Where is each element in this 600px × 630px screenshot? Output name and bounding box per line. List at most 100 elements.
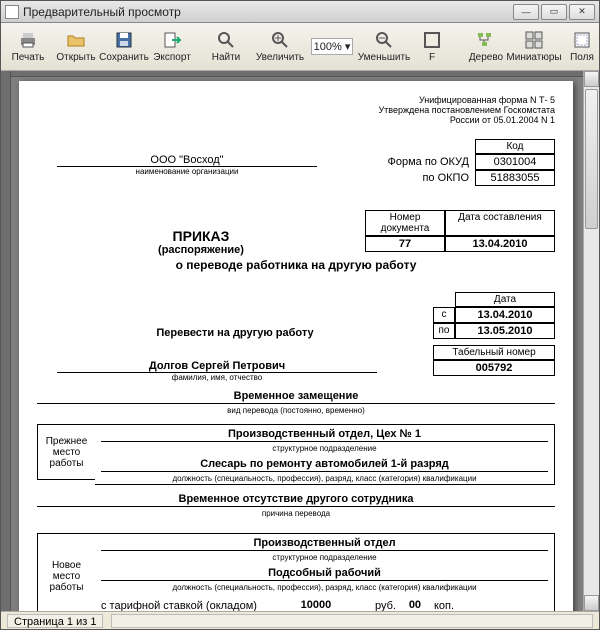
transfer-type: Временное замещение [37,390,555,404]
maximize-button[interactable]: ▭ [541,4,567,20]
okud-label: Форма по ОКУД [382,154,476,170]
date-from-value: 13.04.2010 [455,307,555,323]
docdate-value: 13.04.2010 [445,236,555,252]
form-line-3: России от 05.01.2004 N 1 [37,115,555,125]
tabnum-header: Табельный номер [433,345,555,360]
salary-amount: 10000 [261,599,371,611]
transfer-type-caption: вид перевода (постоянно, временно) [227,406,365,415]
toolbar: Печать Открыть Сохранить Экспорт Найти У… [1,23,599,71]
scroll-thumb[interactable] [585,89,598,229]
employee-fio: Долгов Сергей Петрович [57,360,377,373]
fullscreen-label: F [429,52,435,63]
find-button[interactable]: Найти [203,25,249,69]
save-icon [114,30,134,50]
new-dept: Производственный отдел [101,537,548,551]
new-dept-caption: структурное подразделение [272,553,376,562]
zoom-in-button[interactable]: Увеличить [257,25,303,69]
doc-title-1: ПРИКАЗ [37,228,365,244]
new-place-label: Новое место работы [37,533,95,611]
zoom-select[interactable]: 100% ▾ [305,25,359,69]
fio-caption: фамилия, имя, отчество [37,373,397,382]
app-window: Предварительный просмотр — ▭ ✕ Печать От… [0,0,600,630]
docnum-header: Номер документа [365,210,445,236]
scroll-down-button[interactable] [584,595,599,611]
transfer-label: Перевести на другую работу [37,327,433,339]
open-button[interactable]: Открыть [53,25,99,69]
scroll-up-button[interactable] [584,71,599,87]
tree-button[interactable]: Дерево [463,25,509,69]
print-label: Печать [12,52,45,63]
search-icon [216,30,236,50]
salary-kop-value: 00 [400,599,430,611]
date-from-label: с [433,307,455,323]
doc-title-3: о переводе работника на другую работу [37,258,555,272]
status-empty [111,614,593,628]
reason-caption: причина перевода [262,509,330,518]
export-icon [162,30,182,50]
docdate-header: Дата составления [445,210,555,236]
fields-button[interactable]: Поля [559,25,599,69]
zoom-out-label: Уменьшить [358,52,410,63]
salary-kop: коп. [434,600,454,611]
new-job: Подсобный рабочий [101,567,548,581]
org-name: ООО "Восход" [57,154,317,167]
okpo-label: по ОКПО [382,170,476,186]
okud-value: 0301004 [475,154,555,170]
prev-job: Слесарь по ремонту автомобилей 1-й разря… [101,458,548,472]
close-button[interactable]: ✕ [569,4,595,20]
window-controls: — ▭ ✕ [513,4,595,20]
print-button[interactable]: Печать [5,25,51,69]
thumbnails-icon [524,30,544,50]
window-title: Предварительный просмотр [23,5,513,19]
code-header: Код [475,139,555,154]
fields-label: Поля [570,52,594,63]
transfer-reason: Временное отсутствие другого сотрудника [37,493,555,507]
fullscreen-button[interactable]: F [409,25,455,69]
vertical-scrollbar[interactable] [583,71,599,611]
docnum-value: 77 [365,236,445,252]
salary-label: с тарифной ставкой (окладом) [101,600,257,611]
status-page: Страница 1 из 1 [7,614,103,628]
save-label: Сохранить [99,52,149,63]
doc-title-2: (распоряжение) [37,244,365,256]
folder-open-icon [66,30,86,50]
prev-job-caption: должность (специальность, профессия), ра… [172,474,476,483]
fields-icon [572,30,592,50]
save-button[interactable]: Сохранить [101,25,147,69]
preview-area: Унифицированная форма N Т- 5 Утверждена … [1,71,599,611]
app-icon [5,5,19,19]
form-line-1: Унифицированная форма N Т- 5 [37,95,555,105]
prev-place-label: Прежнее место работы [37,424,95,480]
tabnum-value: 005792 [433,360,555,376]
find-label: Найти [212,52,241,63]
date-header: Дата [455,292,555,307]
printer-icon [18,30,38,50]
date-to-value: 13.05.2010 [455,323,555,339]
ruler-top [1,71,583,77]
tree-icon [476,30,496,50]
export-label: Экспорт [153,52,191,63]
tree-label: Дерево [469,52,503,63]
fullscreen-icon [422,30,442,50]
titlebar: Предварительный просмотр — ▭ ✕ [1,1,599,23]
org-caption: наименование организации [37,167,337,176]
prev-dept: Производственный отдел, Цех № 1 [101,428,548,442]
new-job-caption: должность (специальность, профессия), ра… [172,583,476,592]
zoom-value[interactable]: 100% ▾ [311,38,354,55]
thumbnails-button[interactable]: Миниатюры [511,25,557,69]
date-to-label: по [433,323,455,339]
okpo-value: 51883055 [475,170,555,186]
export-button[interactable]: Экспорт [149,25,195,69]
ruler-left [1,71,11,611]
zoom-in-label: Увеличить [256,52,304,63]
prev-dept-caption: структурное подразделение [272,444,376,453]
zoom-out-button[interactable]: Уменьшить [361,25,407,69]
minimize-button[interactable]: — [513,4,539,20]
salary-rub: руб. [375,600,396,611]
document-page: Унифицированная форма N Т- 5 Утверждена … [19,81,573,611]
zoom-in-icon [270,30,290,50]
form-line-2: Утверждена постановлением Госкомстата [37,105,555,115]
statusbar: Страница 1 из 1 [1,611,599,629]
thumbnails-label: Миниатюры [506,52,561,63]
zoom-out-icon [374,30,394,50]
